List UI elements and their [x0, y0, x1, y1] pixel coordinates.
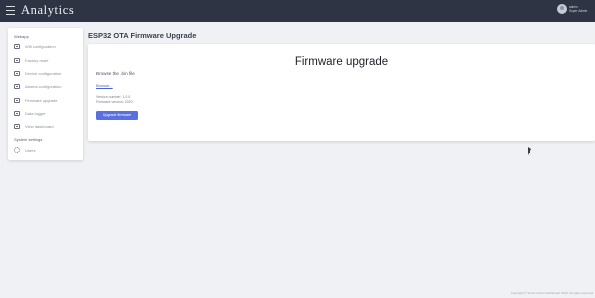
settings-panel-icon: [14, 123, 20, 129]
sidebar-item-firmware-upgrade[interactable]: Firmware upgrade: [14, 96, 80, 104]
sidebar-item-device-configuration[interactable]: Device configuration: [14, 69, 80, 77]
settings-panel-icon: [14, 70, 20, 76]
mouse-cursor-icon: [528, 147, 531, 155]
page-title: ESP32 OTA Firmware Upgrade: [88, 31, 197, 40]
sidebar-item-label: View dashboard: [25, 123, 54, 129]
footer-copyright: Copyright © Smart Admin Dashboard 2020. …: [510, 291, 594, 295]
sidebar-item-label: Firmware upgrade: [25, 97, 58, 103]
sidebar-item-wifi-configuration[interactable]: Wifi configuration: [14, 42, 80, 50]
sidebar-item-factory-reset[interactable]: Factory reset: [14, 56, 80, 64]
app-brand[interactable]: Analytics: [21, 3, 74, 17]
gear-icon: [14, 147, 20, 153]
upgrade-firmware-button[interactable]: Upgrade firmware: [96, 111, 138, 120]
settings-panel-icon: [14, 97, 20, 103]
sidebar-item-label: Device configuration: [25, 70, 62, 76]
hamburger-menu-icon[interactable]: [6, 6, 15, 15]
settings-panel-icon: [14, 110, 20, 116]
browse-file-label: Browse the .bin file: [96, 71, 135, 76]
sidebar: Webapp Wifi configuration Factory reset …: [8, 28, 83, 160]
firmware-date-text: Firmware version: 2020: [96, 100, 133, 104]
firmware-upgrade-card: Firmware upgrade Browse the .bin file Br…: [88, 44, 595, 141]
user-role: Super Admin: [569, 9, 588, 13]
sidebar-item-label: Wifi configuration: [25, 43, 56, 49]
sidebar-item-data-logger[interactable]: Data logger: [14, 109, 80, 117]
current-version-text: Version number: 1.0.0: [96, 95, 131, 99]
sidebar-item-users[interactable]: Users: [14, 146, 80, 154]
sidebar-item-label: Alarms configuration: [25, 83, 62, 89]
sidebar-section-webapp: Webapp: [14, 34, 29, 39]
sidebar-section-system-settings: System settings: [14, 137, 43, 142]
settings-panel-icon: [14, 57, 20, 63]
sidebar-item-label: Factory reset: [25, 57, 49, 63]
settings-panel-icon: [14, 43, 20, 49]
user-avatar-icon[interactable]: [557, 4, 567, 14]
file-browse-link[interactable]: Browse...: [96, 83, 113, 88]
sidebar-item-view-dashboard[interactable]: View dashboard: [14, 122, 80, 130]
sidebar-item-label: Data logger: [25, 110, 46, 116]
card-title: Firmware upgrade: [294, 56, 389, 68]
user-info[interactable]: admin Super Admin: [569, 5, 587, 13]
sidebar-item-label: Users: [25, 147, 36, 153]
sidebar-item-alarms-configuration[interactable]: Alarms configuration: [14, 82, 80, 90]
settings-panel-icon: [14, 83, 20, 89]
top-bar: Analytics admin Super Admin: [0, 0, 595, 22]
